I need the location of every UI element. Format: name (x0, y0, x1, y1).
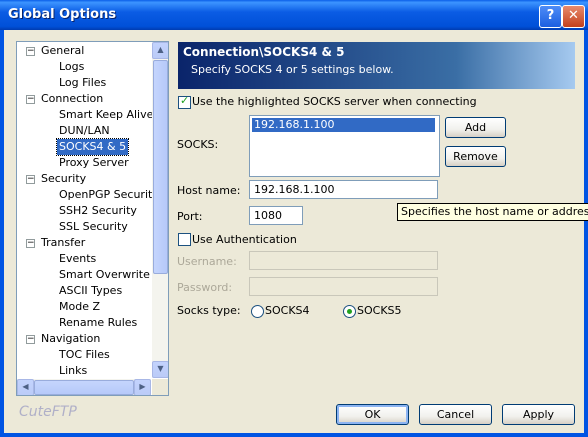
scroll-down-icon[interactable]: ▼ (152, 361, 168, 378)
tree-item-label[interactable]: SSH2 Security (57, 203, 139, 219)
use-socks-checkbox[interactable] (178, 94, 191, 109)
scroll-corner (152, 379, 168, 395)
tree-item-label[interactable]: Navigation (39, 331, 102, 347)
port-label: Port: (177, 210, 203, 223)
horizontal-scroll-thumb[interactable] (34, 380, 134, 395)
host-name-label: Host name: (177, 184, 241, 197)
remove-button[interactable]: Remove (445, 146, 506, 167)
port-input[interactable]: 1080 (249, 206, 303, 225)
tree-item[interactable]: Mode Z (17, 299, 151, 315)
tree-item-label[interactable]: Mode Z (57, 299, 102, 315)
section-title: Connection\SOCKS4 & 5 (183, 45, 345, 59)
cuteftp-logo: CuteFTP (19, 404, 77, 420)
socks5-radio[interactable] (343, 305, 356, 318)
password-input[interactable] (249, 277, 438, 296)
use-authentication-label[interactable]: Use Authentication (192, 233, 297, 246)
tree-item-label[interactable]: Log Files (57, 75, 108, 91)
socks-type-label: Socks type: (177, 304, 241, 317)
tree-item[interactable]: ASCII Types (17, 283, 151, 299)
global-options-window: Global Options ? ✕ − General Logs Log Files… (0, 0, 588, 437)
tree-item[interactable]: TOC Files (17, 347, 151, 363)
tree-item[interactable]: Events (17, 251, 151, 267)
close-button[interactable]: ✕ (562, 5, 585, 28)
scroll-left-icon[interactable]: ◀ (17, 379, 34, 395)
window-title: Global Options (8, 7, 117, 22)
tree-item[interactable]: Smart Overwrite (17, 267, 151, 283)
scroll-up-icon[interactable]: ▲ (152, 42, 168, 59)
cancel-button[interactable]: Cancel (419, 404, 492, 425)
tree-item-label[interactable]: Rename Rules (57, 315, 139, 331)
socks4-label[interactable]: SOCKS4 (265, 304, 310, 317)
tree-item-label[interactable]: Logs (57, 59, 86, 75)
socks-server-list[interactable]: 192.168.1.100 (249, 115, 440, 177)
apply-button[interactable]: Apply (502, 404, 575, 425)
collapse-icon[interactable]: − (26, 175, 35, 184)
socks-server-item[interactable]: 192.168.1.100 (252, 118, 435, 132)
tree-item-label[interactable]: Security (39, 171, 88, 187)
tree-item-label[interactable]: General (39, 43, 86, 59)
host-name-input[interactable]: 192.168.1.100 (249, 180, 438, 199)
help-button[interactable]: ? (539, 5, 562, 28)
tree-horizontal-scrollbar[interactable]: ◀ ▶ (17, 379, 151, 395)
tree-item[interactable]: DUN/LAN (17, 123, 151, 139)
username-label: Username: (177, 255, 237, 268)
tree-item[interactable]: − Transfer (17, 235, 151, 251)
collapse-icon[interactable]: − (26, 335, 35, 344)
section-subtitle: Specify SOCKS 4 or 5 settings below. (191, 63, 394, 76)
tree-item[interactable]: Links (17, 363, 151, 379)
scroll-thumb[interactable] (153, 60, 168, 274)
title-bar[interactable]: Global Options ? ✕ (0, 0, 588, 30)
tree-item[interactable]: − Connection (17, 91, 151, 107)
tree-item-label[interactable]: Connection (39, 91, 105, 107)
socks4-radio[interactable] (251, 305, 264, 318)
tree-item[interactable]: OpenPGP Security (17, 187, 159, 203)
tree-item[interactable]: − General (17, 43, 151, 59)
collapse-icon[interactable]: − (26, 95, 35, 104)
tree-item[interactable]: SSL Security (17, 219, 151, 235)
host-name-tooltip: Specifies the host name or address for t… (397, 203, 588, 221)
tree-item-label[interactable]: ASCII Types (57, 283, 124, 299)
tree-item[interactable]: SSH2 Security (17, 203, 151, 219)
ok-button[interactable]: OK (336, 404, 409, 425)
socks5-label[interactable]: SOCKS5 (357, 304, 402, 317)
tree-item[interactable]: − Navigation (17, 331, 151, 347)
collapse-icon[interactable]: − (26, 47, 35, 56)
tree-item-label[interactable]: Links (57, 363, 89, 379)
tree-item[interactable]: SOCKS4 & 5 (17, 138, 151, 156)
tree-item[interactable]: Rename Rules (17, 315, 151, 331)
tree-item-label[interactable]: SOCKS4 & 5 (55, 138, 130, 156)
add-button[interactable]: Add (445, 117, 506, 138)
tree-item[interactable]: − Security (17, 171, 151, 187)
tree-item[interactable]: Proxy Server (17, 155, 151, 171)
tree-item-label[interactable]: OpenPGP Security (57, 187, 161, 203)
tree-item[interactable]: Log Files (17, 75, 151, 91)
tree-item[interactable]: Logs (17, 59, 151, 75)
username-input[interactable] (249, 251, 438, 270)
password-label: Password: (177, 281, 233, 294)
use-socks-label[interactable]: Use the highlighted SOCKS server when co… (192, 95, 477, 108)
tree-vertical-scrollbar[interactable]: ▲ ▼ (152, 42, 168, 378)
tree-item-label[interactable]: DUN/LAN (57, 123, 112, 139)
tree-item-label[interactable]: Proxy Server (57, 155, 131, 171)
tree-item-label[interactable]: Smart Overwrite (57, 267, 152, 283)
options-tree: − General Logs Log Files − Connection Smart Ke… (16, 41, 169, 396)
tree-item-label[interactable]: Transfer (39, 235, 87, 251)
tree-item-label[interactable]: SSL Security (57, 219, 130, 235)
collapse-icon[interactable]: − (26, 239, 35, 248)
tree-item-label[interactable]: Events (57, 251, 98, 267)
socks-label: SOCKS: (177, 138, 219, 151)
dialog-body: − General Logs Log Files − Connection Smart Ke… (4, 30, 588, 433)
tree-item-label[interactable]: Smart Keep Alive (57, 107, 155, 123)
tree-list: − General Logs Log Files − Connection Smart Ke… (17, 42, 159, 379)
section-header: Connection\SOCKS4 & 5 Specify SOCKS 4 or… (178, 42, 575, 89)
tree-item-label[interactable]: TOC Files (57, 347, 112, 363)
scroll-right-icon[interactable]: ▶ (134, 379, 151, 395)
tree-item[interactable]: Smart Keep Alive (17, 107, 153, 123)
use-authentication-checkbox[interactable] (178, 233, 191, 246)
